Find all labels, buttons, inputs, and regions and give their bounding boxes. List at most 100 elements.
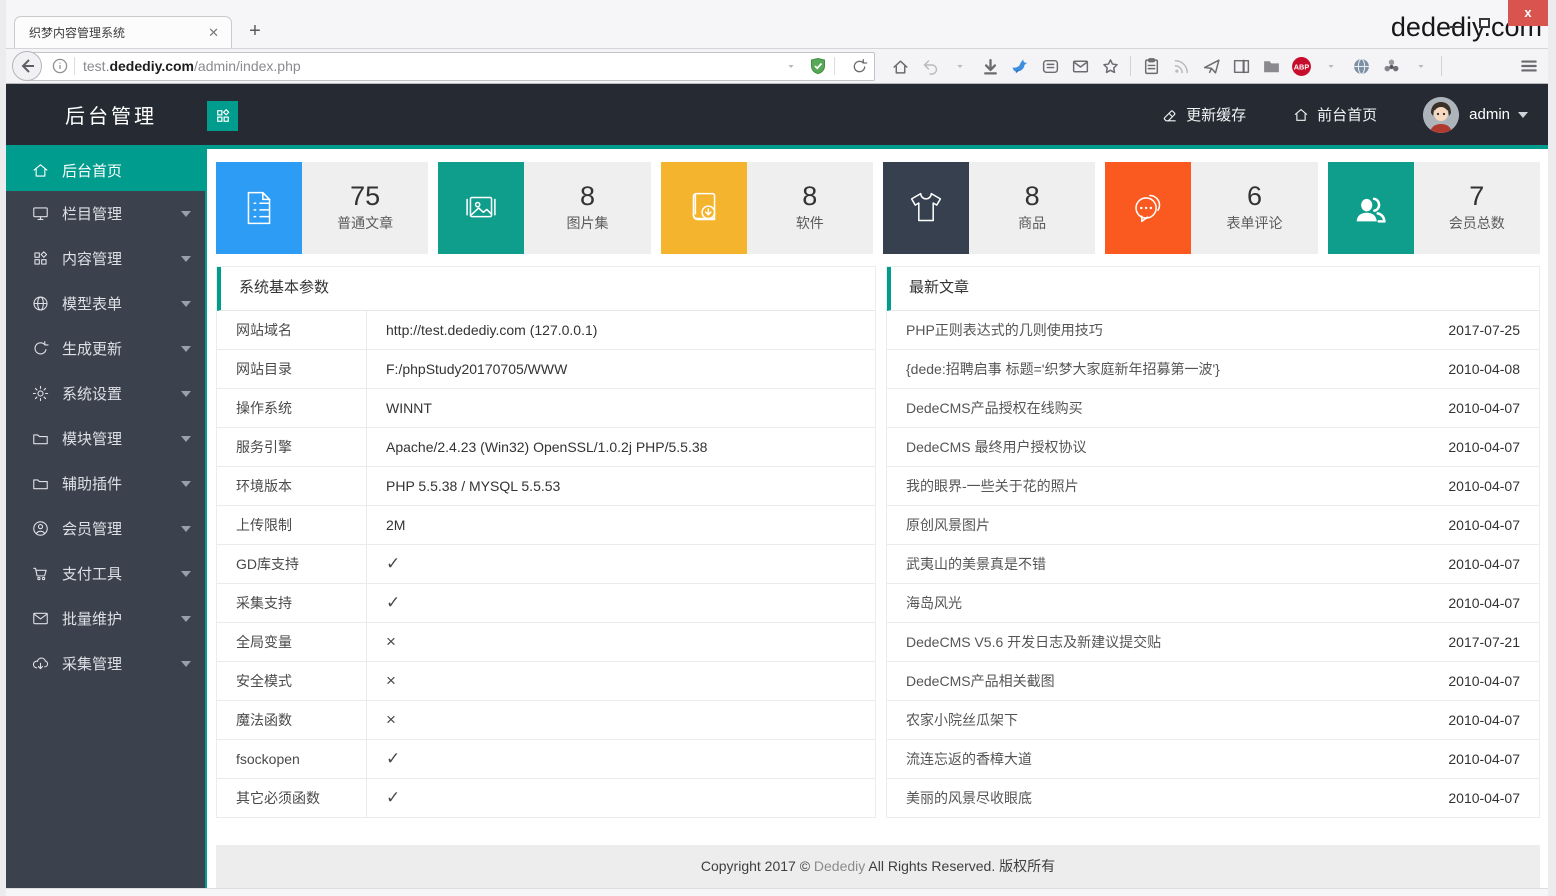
new-tab-button[interactable]: + (242, 20, 268, 43)
system-param-value: 2M (367, 517, 405, 533)
article-date: 2010-04-07 (1448, 790, 1520, 806)
small-caret-icon[interactable] (947, 53, 973, 79)
shield-check-icon[interactable] (807, 53, 829, 79)
undo-icon[interactable] (917, 53, 943, 79)
article-title-link[interactable]: DedeCMS产品授权在线购买 (906, 398, 1430, 418)
sidebar-item-label: 模型表单 (62, 293, 122, 314)
globe-icon[interactable] (1348, 53, 1374, 79)
article-title-link[interactable]: 农家小院丝瓜架下 (906, 710, 1430, 730)
footer-brand-link[interactable]: Dedediy (814, 858, 865, 874)
article-row: 农家小院丝瓜架下2010-04-07 (887, 701, 1539, 740)
user-avatar[interactable] (1423, 97, 1459, 133)
sidebar-item-label: 后台首页 (62, 160, 122, 181)
article-row: 流连忘返的香樟大道2010-04-07 (887, 740, 1539, 779)
sidebar-item-label: 内容管理 (62, 248, 122, 269)
url-divider (74, 57, 75, 75)
stat-card-chat[interactable]: 6表单评论 (1105, 162, 1317, 254)
close-button[interactable]: x (1508, 0, 1548, 26)
sidebar-item-label: 辅助插件 (62, 473, 122, 494)
system-param-label: 网站域名 (217, 311, 367, 349)
articles-panel-title: 最新文章 (887, 267, 1539, 311)
dropdown-caret-icon[interactable] (780, 53, 802, 79)
sidebar-item-folder-7[interactable]: 辅助插件 (6, 461, 205, 506)
bird-icon[interactable] (1007, 53, 1033, 79)
stat-card-users[interactable]: 7会员总数 (1328, 162, 1540, 254)
article-title-link[interactable]: 武夷山的美景真是不错 (906, 554, 1430, 574)
small-caret-icon[interactable] (1408, 53, 1434, 79)
article-title-link[interactable]: 我的眼界-一些关于花的照片 (906, 476, 1430, 496)
update-cache-button[interactable]: 更新缓存 (1161, 104, 1246, 125)
sidebar-item-cart-9[interactable]: 支付工具 (6, 551, 205, 596)
sidebar-item-folder-6[interactable]: 模块管理 (6, 416, 205, 461)
star-icon[interactable] (1097, 53, 1123, 79)
small-caret-icon[interactable] (1318, 53, 1344, 79)
stat-card-book[interactable]: 8软件 (661, 162, 873, 254)
sidebar-item-dgrid-2[interactable]: 内容管理 (6, 236, 205, 281)
window-icon[interactable] (1228, 53, 1254, 79)
home-icon[interactable] (887, 53, 913, 79)
tab-close-icon[interactable]: ✕ (204, 25, 223, 41)
browser-window: 织梦内容管理系统 ✕ + dedediy.com x test.dedediy.… (0, 0, 1556, 896)
system-panel: 系统基本参数 网站域名http://test.dedediy.com (127.… (216, 266, 876, 818)
system-param-row: 服务引擎Apache/2.4.23 (Win32) OpenSSL/1.0.2j… (217, 428, 875, 467)
article-title-link[interactable]: 美丽的风景尽收眼底 (906, 788, 1430, 808)
stat-label: 商品 (1018, 213, 1046, 233)
expand-caret-icon (181, 616, 191, 622)
expand-caret-icon (181, 436, 191, 442)
username[interactable]: admin (1469, 106, 1510, 123)
plugin-icon[interactable] (1378, 53, 1404, 79)
menu-icon[interactable] (1516, 53, 1542, 79)
article-title-link[interactable]: 流连忘返的香樟大道 (906, 749, 1430, 769)
gear-icon (30, 384, 50, 404)
site-info-icon[interactable] (52, 58, 68, 74)
article-title-link[interactable]: DedeCMS V5.6 开发日志及新建议提交贴 (906, 632, 1430, 652)
menu-toggle-button[interactable] (207, 101, 238, 131)
sidebar-item-mail-10[interactable]: 批量维护 (6, 596, 205, 641)
system-param-row: fsockopen✓ (217, 740, 875, 779)
stat-card-photo[interactable]: 8图片集 (438, 162, 650, 254)
sidebar-item-gear-5[interactable]: 系统设置 (6, 371, 205, 416)
abp-icon[interactable]: ABP (1288, 53, 1314, 79)
expand-caret-icon (181, 256, 191, 262)
send-icon[interactable] (1198, 53, 1224, 79)
article-title-link[interactable]: PHP正则表达式的几则使用技巧 (906, 320, 1430, 340)
system-param-value: WINNT (367, 400, 432, 416)
article-date: 2017-07-25 (1448, 322, 1520, 338)
sidebar-item-monitor-1[interactable]: 栏目管理 (6, 191, 205, 236)
rss-icon[interactable] (1168, 53, 1194, 79)
folder-icon[interactable] (1258, 53, 1284, 79)
sidebar-item-home-0[interactable]: 后台首页 (6, 149, 205, 191)
back-button[interactable] (12, 51, 42, 81)
stat-card-tshirt[interactable]: 8 商品 (883, 162, 1095, 254)
sidebar-item-label: 支付工具 (62, 563, 122, 584)
maximize-button[interactable] (1479, 18, 1490, 28)
front-home-button[interactable]: 前台首页 (1292, 104, 1377, 125)
sidebar-item-user-8[interactable]: 会员管理 (6, 506, 205, 551)
article-title-link[interactable]: DedeCMS产品相关截图 (906, 671, 1430, 691)
user-menu-caret-icon[interactable] (1518, 112, 1528, 118)
sidebar-item-refresh-4[interactable]: 生成更新 (6, 326, 205, 371)
folder-icon (30, 474, 50, 494)
stat-label: 表单评论 (1226, 213, 1282, 233)
browser-titlebar: 织梦内容管理系统 ✕ + dedediy.com x (6, 0, 1548, 48)
minimize-button[interactable] (1450, 26, 1462, 28)
mail-icon[interactable] (1067, 53, 1093, 79)
download-icon[interactable] (977, 53, 1003, 79)
users-icon (1328, 162, 1414, 254)
sidebar-item-cloud-11[interactable]: 采集管理 (6, 641, 205, 686)
url-bar[interactable]: test.dedediy.com/admin/index.php (27, 52, 875, 81)
tab-title: 织梦内容管理系统 (29, 24, 204, 41)
reader-icon[interactable] (1037, 53, 1063, 79)
article-title-link[interactable]: 海岛风光 (906, 593, 1430, 613)
article-title-link[interactable]: 原创风景图片 (906, 515, 1430, 535)
refresh-icon (30, 339, 50, 359)
sidebar-item-globe-3[interactable]: 模型表单 (6, 281, 205, 326)
stat-value: 8 (1025, 183, 1040, 210)
clipboard-icon[interactable] (1138, 53, 1164, 79)
browser-tab[interactable]: 织梦内容管理系统 ✕ (14, 16, 232, 48)
article-title-link[interactable]: DedeCMS 最终用户授权协议 (906, 437, 1430, 457)
dgrid-icon (30, 249, 50, 269)
reload-icon[interactable] (848, 53, 870, 79)
stat-card-doc[interactable]: 75普通文章 (216, 162, 428, 254)
article-title-link[interactable]: {dede:招聘启事 标题='织梦大家庭新年招募第一波'} (906, 359, 1430, 379)
